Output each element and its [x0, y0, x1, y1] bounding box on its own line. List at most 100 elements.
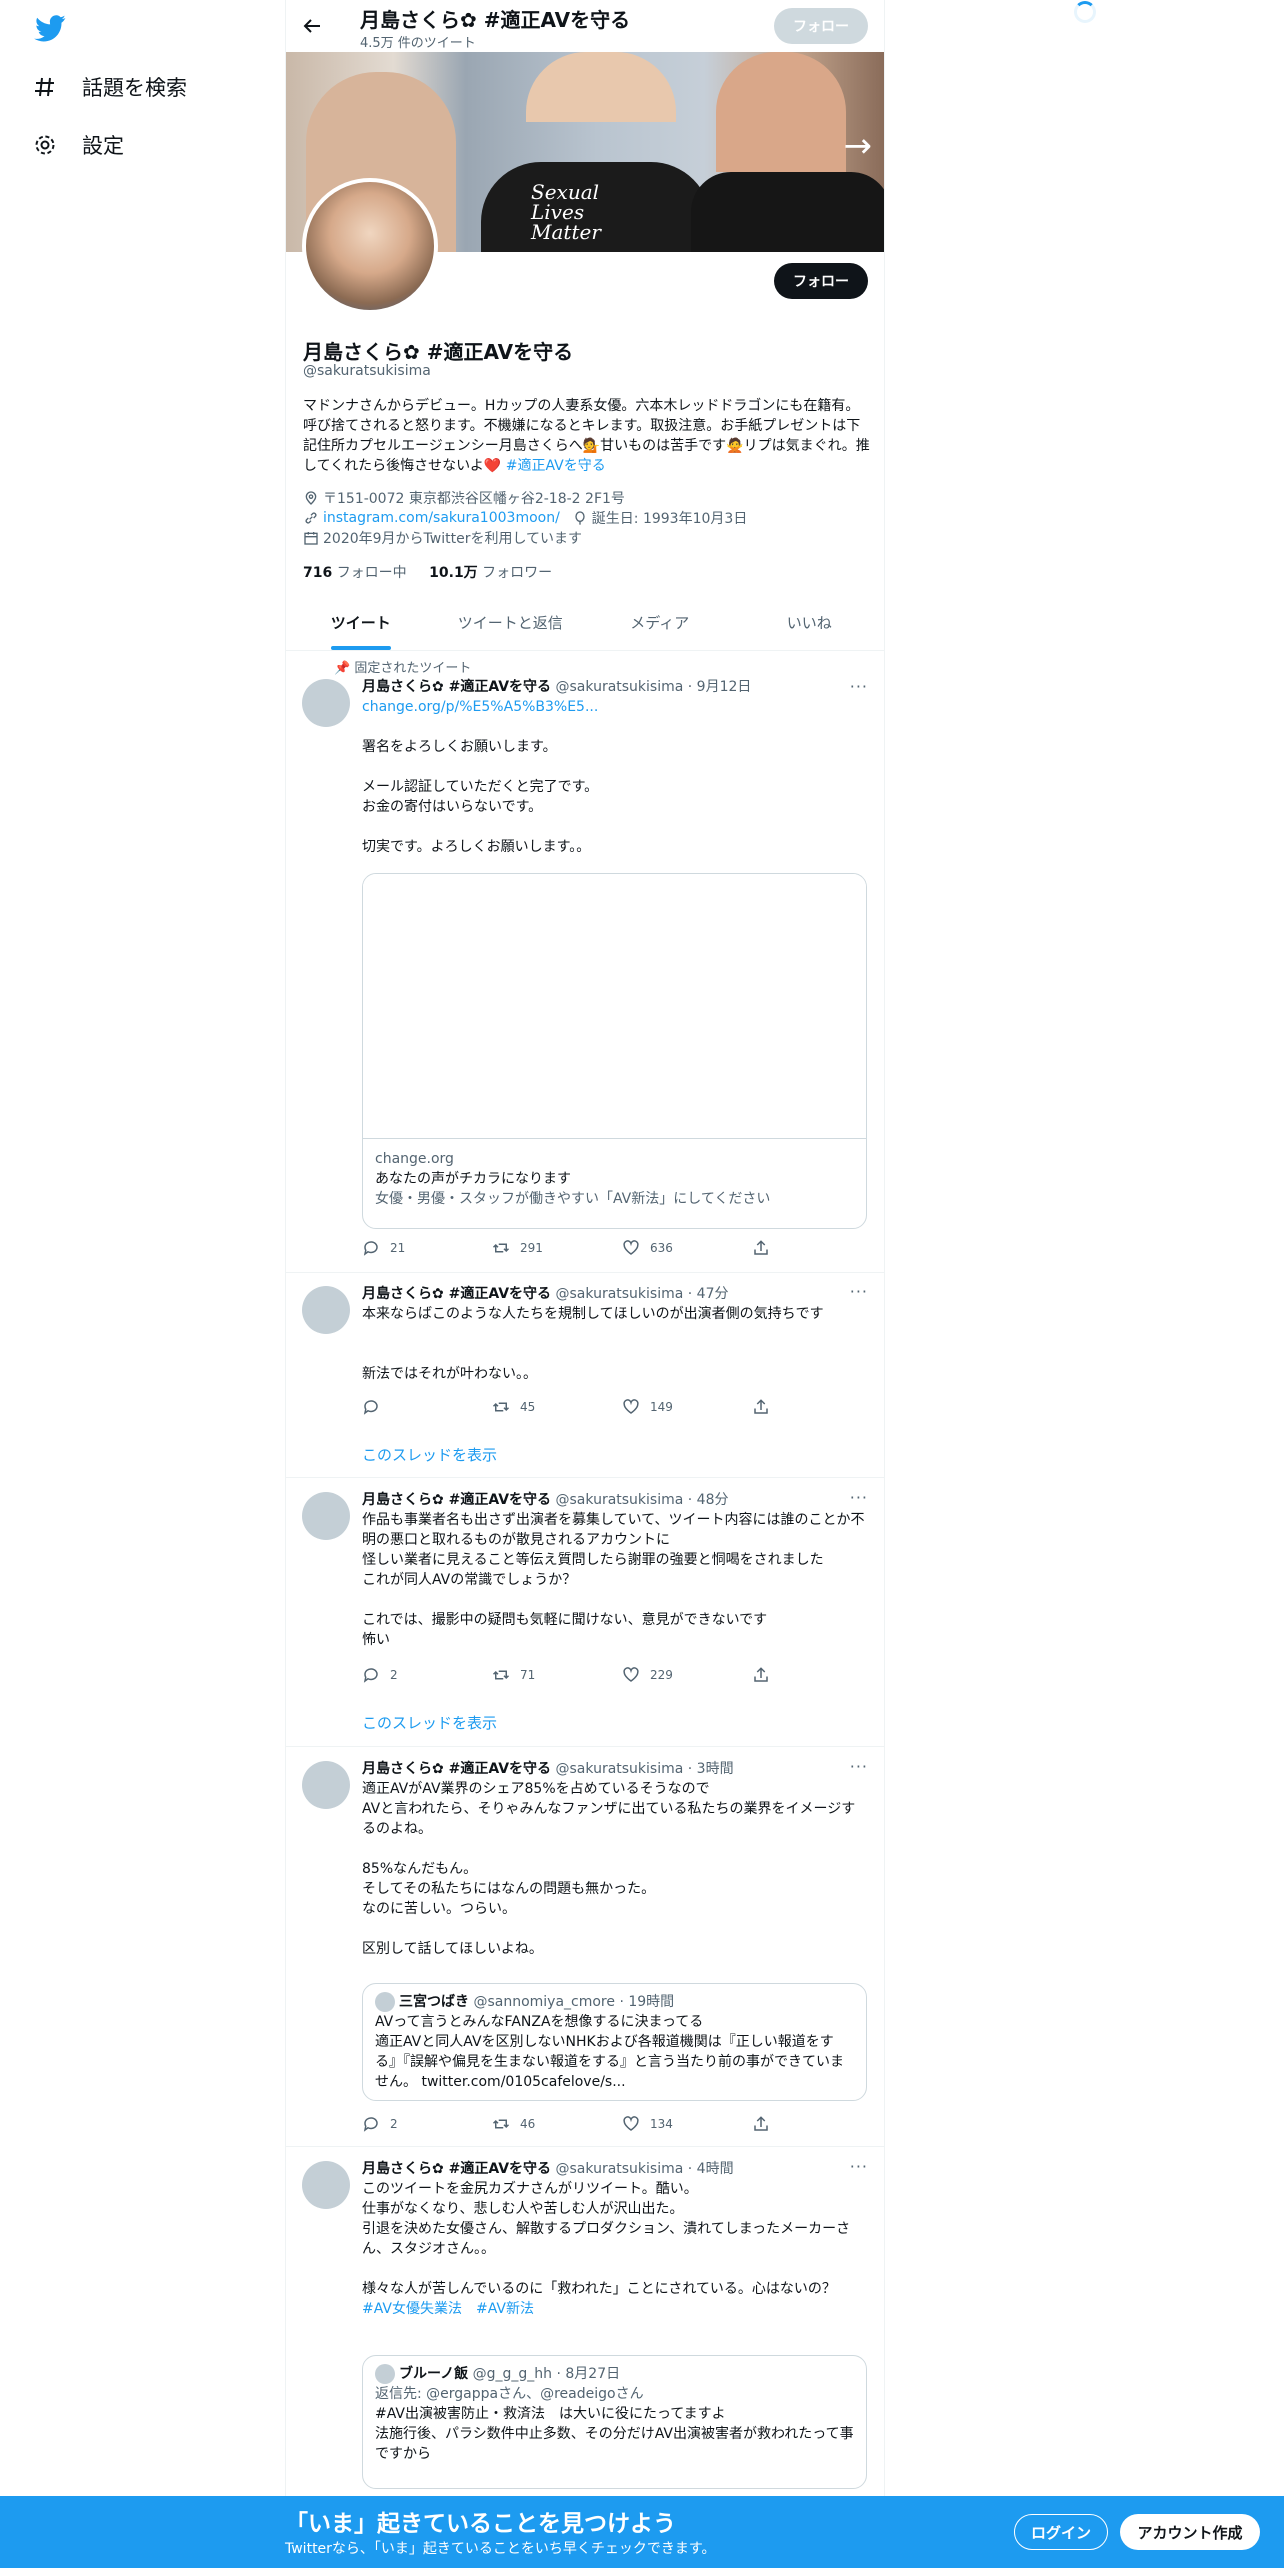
tweet-text: 作品も事業者名も出さず出演者を募集していて、ツイート内容には誰のことか不明の悪口… [362, 1512, 865, 1648]
tweet-author-name[interactable]: 月島さくら✿ #適正AVを守る [362, 679, 551, 695]
share-button[interactable] [752, 1398, 882, 1416]
nav-settings[interactable]: 設定 [32, 130, 124, 160]
profile-location-text: 〒151-0072 東京都渋谷区幡ヶ谷2-18-2 2F1号 [323, 491, 625, 507]
retweet-count: 291 [520, 1241, 543, 1255]
tweet-link[interactable]: change.org/p/%E5%A5%B3%E5... [362, 697, 867, 717]
signup-banner-title: 「いま」起きていることを見つけよう [285, 2511, 676, 2537]
signup-button[interactable]: アカウント作成 [1120, 2514, 1260, 2550]
tweet[interactable]: ··· 月島さくら✿ #適正AVを守る @sakuratsukisima · 4… [286, 2147, 884, 2496]
tweet-author-name[interactable]: 月島さくら✿ #適正AVを守る [362, 1761, 551, 1777]
tweet-author-name[interactable]: 月島さくら✿ #適正AVを守る [362, 2161, 551, 2177]
quote-reply-to: 返信先: @ergappaさん、@readeigoさん [375, 2386, 644, 2402]
header-follow-button[interactable]: フォロー [774, 8, 868, 44]
profile-birthday: 誕生日: 1993年10月3日 [591, 511, 748, 527]
share-icon [754, 2116, 768, 2131]
tweet-avatar[interactable] [302, 1286, 350, 1334]
retweet-button[interactable]: 45 [492, 1398, 622, 1416]
card-title: あなたの声がチカラになります [375, 1171, 571, 1187]
retweet-button[interactable]: 71 [492, 1666, 622, 1684]
tweet-avatar[interactable] [302, 1761, 350, 1809]
reply-icon [363, 1400, 378, 1415]
tweet[interactable]: ··· 月島さくら✿ #適正AVを守る @sakuratsukisima · 3… [286, 1747, 884, 2147]
banner-shirt-text: Sexual Lives Matter [531, 180, 601, 244]
heart-icon [623, 1667, 639, 1682]
reply-button[interactable]: 21 [362, 1239, 492, 1257]
quoted-tweet[interactable]: ブルーノ飯 @g_g_g_hh · 8月27日 返信先: @ergappaさん、… [362, 2355, 867, 2489]
tweet-author-name[interactable]: 月島さくら✿ #適正AVを守る [362, 1286, 551, 1302]
followers-count: 10.1万 [429, 565, 478, 581]
tab-media[interactable]: メディア [585, 598, 735, 650]
tab-tweets[interactable]: ツイート [286, 598, 436, 650]
tweet-handle-time[interactable]: @sakuratsukisima · 3時間 [556, 1761, 734, 1777]
quote-handle-time: @g_g_g_hh · 8月27日 [472, 2366, 621, 2382]
tweet-handle-time[interactable]: @sakuratsukisima · 4時間 [556, 2161, 734, 2177]
followers-link[interactable]: 10.1万 フォロワー [429, 565, 552, 581]
quote-text: #AV出演被害防止・救済法 は大いに役にたってますよ 法施行後、パラシ数件中止多… [375, 2406, 854, 2462]
tweet-avatar[interactable] [302, 679, 350, 727]
profile-joined-text: 2020年9月からTwitterを利用しています [323, 531, 583, 547]
header-name: 月島さくら✿ #適正AVを守る [360, 8, 631, 32]
quote-avatar [375, 1992, 395, 2012]
back-arrow-icon[interactable] [300, 14, 324, 38]
nav-explore-label: 話題を検索 [82, 76, 187, 100]
tweet-handle-time[interactable]: @sakuratsukisima · 9月12日 [556, 679, 752, 695]
hashtag-icon [32, 74, 58, 100]
twitter-logo-icon[interactable] [32, 12, 68, 44]
nav-settings-label: 設定 [82, 134, 124, 158]
show-thread-link[interactable]: このスレッドを表示 [362, 1712, 497, 1733]
follow-button[interactable]: フォロー [774, 263, 868, 299]
reply-icon [363, 1668, 378, 1683]
pinned-label: 固定されたツイート [354, 661, 472, 676]
share-icon [754, 1667, 768, 1682]
tweet[interactable]: ··· 月島さくら✿ #適正AVを守る @sakuratsukisima · 4… [286, 1272, 884, 1478]
like-button[interactable]: 149 [622, 1398, 752, 1416]
show-thread-link[interactable]: このスレッドを表示 [362, 1444, 497, 1465]
profile-avatar[interactable] [302, 178, 438, 314]
tab-tweets-replies[interactable]: ツイートと返信 [436, 598, 586, 650]
like-button[interactable]: 229 [622, 1666, 752, 1684]
following-link[interactable]: 716 フォロー中 [303, 565, 407, 581]
nav-explore[interactable]: 話題を検索 [32, 72, 187, 102]
card-domain: change.org [375, 1151, 454, 1167]
retweet-icon [492, 1402, 510, 1412]
link-card[interactable]: change.org あなたの声がチカラになります 女優・男優・スタッフが働きや… [362, 873, 867, 1229]
quoted-tweet[interactable]: 三宮つばき @sannomiya_cmore · 19時間 AVって言うとみんな… [362, 1983, 867, 2101]
tweet-avatar[interactable] [302, 2161, 350, 2209]
tweet-handle-time[interactable]: @sakuratsukisima · 48分 [556, 1492, 729, 1508]
like-count: 636 [650, 1241, 673, 1255]
retweet-icon [492, 1670, 510, 1680]
tweet-hashtags[interactable]: #AV女優失業法 #AV新法 [362, 2299, 867, 2319]
profile-links-row: instagram.com/sakura1003moon/ 誕生日: 1993年… [303, 508, 747, 528]
tweet-body: 月島さくら✿ #適正AVを守る @sakuratsukisima · 47分 本… [362, 1284, 867, 1384]
login-button[interactable]: ログイン [1014, 2514, 1108, 2550]
share-button[interactable] [752, 1666, 882, 1684]
share-button[interactable] [752, 1239, 882, 1257]
bio-hashtag-link[interactable]: #適正AVを守る [506, 458, 606, 474]
retweet-button[interactable]: 291 [492, 1239, 622, 1257]
like-button[interactable]: 636 [622, 1239, 752, 1257]
tweet[interactable]: 📌 固定されたツイート ··· 月島さくら✿ #適正AVを守る @sakurat… [286, 651, 884, 1273]
tweet-handle-time[interactable]: @sakuratsukisima · 47分 [556, 1286, 729, 1302]
reply-button[interactable]: 2 [362, 2115, 492, 2133]
tweet-author-name[interactable]: 月島さくら✿ #適正AVを守る [362, 1492, 551, 1508]
tweet[interactable]: ··· 月島さくら✿ #適正AVを守る @sakuratsukisima · 4… [286, 1478, 884, 1747]
gear-icon [32, 132, 58, 158]
link-icon [305, 512, 317, 524]
reply-button[interactable] [362, 1398, 492, 1416]
share-button[interactable] [752, 2115, 882, 2133]
loading-spinner-icon [1074, 1, 1096, 23]
like-button[interactable]: 134 [622, 2115, 752, 2133]
profile-bio: マドンナさんからデビュー。Hカップの人妻系女優。六本木レッドドラゴンにも在籍有。… [303, 396, 873, 476]
retweet-icon [492, 1243, 510, 1253]
tweet-actions: 2 71 229 [362, 1666, 882, 1684]
card-image [363, 874, 866, 1139]
quote-text: AVって言うとみんなFANZAを想像するに決まってる 適正AVと同人AVを区別し… [375, 2014, 844, 2090]
location-pin-icon [305, 491, 317, 505]
tweet-avatar[interactable] [302, 1492, 350, 1540]
retweet-button[interactable]: 46 [492, 2115, 622, 2133]
retweet-count: 46 [520, 2117, 536, 2131]
profile-website-link[interactable]: instagram.com/sakura1003moon/ [323, 510, 560, 526]
tab-likes[interactable]: いいね [735, 598, 885, 650]
reply-button[interactable]: 2 [362, 1666, 492, 1684]
like-count: 134 [650, 2117, 673, 2131]
